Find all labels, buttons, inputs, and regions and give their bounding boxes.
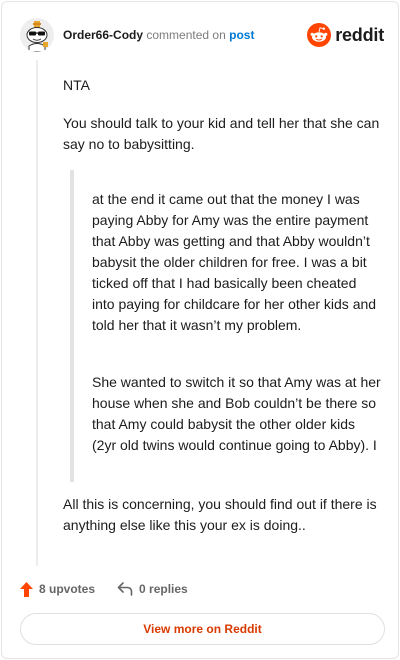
reply-count[interactable]: 0 replies [117, 582, 188, 596]
username-link[interactable]: Order66-Cody [63, 28, 143, 42]
upvote-count[interactable]: 8 upvotes [20, 581, 96, 597]
blockquote-bar [70, 170, 74, 482]
quoted-paragraph: at the end it came out that the money I … [92, 191, 377, 333]
post-link[interactable]: post [229, 28, 254, 42]
thread-line[interactable] [36, 60, 38, 566]
reddit-logo-icon [307, 23, 332, 47]
reddit-brand[interactable]: reddit [307, 21, 384, 49]
upvote-arrow-icon [20, 581, 33, 597]
upvote-label: 8 upvotes [39, 582, 96, 596]
comment-paragraph: You should talk to your kid and tell her… [63, 115, 380, 152]
view-more-button[interactable]: View more on Reddit [20, 613, 385, 645]
comment-paragraph: NTA [63, 77, 90, 93]
quoted-paragraph: She wanted to switch it so that Amy was … [92, 374, 381, 453]
comment-header: Order66-Cody commented on post reddit [20, 18, 384, 52]
reply-arrow-icon [117, 582, 133, 596]
reply-label: 0 replies [139, 582, 188, 596]
snoo-avatar-icon [20, 18, 54, 52]
comment-paragraph: All this is concerning, you should find … [63, 496, 377, 533]
brand-wordmark: reddit [335, 24, 384, 45]
user-avatar[interactable] [20, 18, 54, 52]
comment-byline: Order66-Cody commented on post [63, 28, 254, 42]
reddit-comment-card: Order66-Cody commented on post reddit NT… [1, 1, 399, 659]
commented-on-label: commented on [146, 28, 226, 42]
comment-footer: 8 upvotes 0 replies [20, 580, 188, 598]
